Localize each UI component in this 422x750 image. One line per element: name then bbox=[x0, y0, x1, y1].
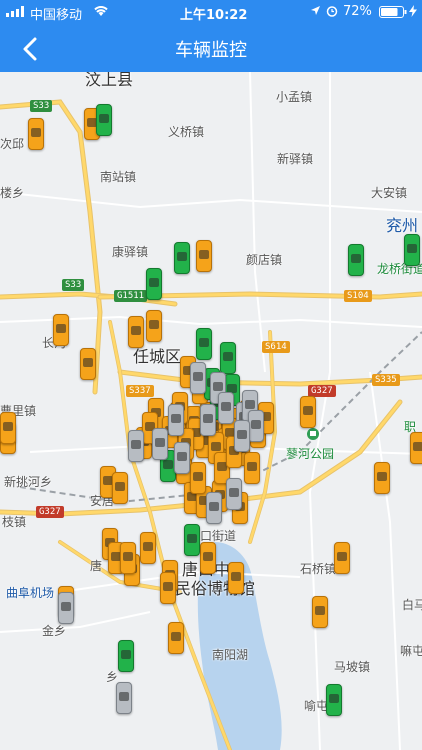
vehicle-marker-gray[interactable] bbox=[128, 430, 144, 462]
vehicle-marker-green[interactable] bbox=[326, 684, 342, 716]
road-shield: S614 bbox=[262, 341, 290, 353]
place-label: 义桥镇 bbox=[168, 125, 205, 139]
place-label: 新挑河乡 bbox=[4, 475, 53, 489]
vehicle-marker-orange[interactable] bbox=[28, 118, 44, 150]
vehicle-marker-orange[interactable] bbox=[374, 462, 390, 494]
signal-icon bbox=[6, 5, 28, 21]
vehicle-marker-orange[interactable] bbox=[200, 542, 216, 574]
vehicle-marker-orange[interactable] bbox=[410, 432, 422, 464]
vehicle-marker-orange[interactable] bbox=[80, 348, 96, 380]
vehicle-marker-green[interactable] bbox=[174, 242, 190, 274]
vehicle-marker-orange[interactable] bbox=[53, 314, 69, 346]
place-label: 唐 bbox=[90, 559, 103, 573]
place-label: 南站镇 bbox=[100, 170, 137, 184]
place-label: 楼乡 bbox=[0, 186, 25, 200]
vehicle-marker-green[interactable] bbox=[404, 234, 420, 266]
charging-icon bbox=[409, 5, 417, 21]
place-label: 蓼河公园 bbox=[286, 447, 335, 461]
status-bar: 中国移动 上午10:22 72% bbox=[0, 0, 422, 24]
vehicle-marker-green[interactable] bbox=[196, 328, 212, 360]
nav-bar: 车辆监控 bbox=[0, 24, 422, 72]
alarm-icon bbox=[326, 5, 338, 21]
vehicle-marker-gray[interactable] bbox=[116, 682, 132, 714]
place-label: 康驿镇 bbox=[112, 245, 149, 259]
place-label: 白马 bbox=[402, 598, 422, 612]
place-label: 大安镇 bbox=[371, 186, 408, 200]
place-label: 颜店镇 bbox=[246, 253, 283, 267]
vehicle-marker-orange[interactable] bbox=[128, 316, 144, 348]
place-label: 马坡镇 bbox=[334, 660, 371, 674]
place-label: 兖州 bbox=[386, 216, 419, 235]
map-view[interactable]: 汶上县 小孟镇 义桥镇 次邱 南站镇 新驿镇 楼乡 康驿镇 颜店镇 大安镇 兖州… bbox=[0, 72, 422, 750]
vehicle-marker-orange[interactable] bbox=[244, 452, 260, 484]
place-label: 石桥镇 bbox=[300, 562, 337, 576]
road-shield: G1511 bbox=[114, 290, 148, 302]
vehicle-marker-gray[interactable] bbox=[200, 404, 216, 436]
vehicle-marker-orange[interactable] bbox=[228, 562, 244, 594]
vehicle-marker-gray[interactable] bbox=[218, 392, 234, 424]
vehicle-marker-gray[interactable] bbox=[226, 478, 242, 510]
wifi-icon bbox=[93, 4, 109, 21]
vehicle-marker-gray[interactable] bbox=[234, 420, 250, 452]
vehicle-marker-gray[interactable] bbox=[152, 428, 168, 460]
vehicle-marker-green[interactable] bbox=[348, 244, 364, 276]
vehicle-marker-gray[interactable] bbox=[206, 492, 222, 524]
vehicle-marker-orange[interactable] bbox=[312, 596, 328, 628]
vehicle-marker-orange[interactable] bbox=[300, 396, 316, 428]
vehicle-marker-green[interactable] bbox=[118, 640, 134, 672]
place-label: 小孟镇 bbox=[276, 90, 313, 104]
road-shield: S335 bbox=[372, 374, 400, 386]
vehicle-marker-orange[interactable] bbox=[0, 412, 16, 444]
road-shield: S104 bbox=[344, 290, 372, 302]
vehicle-marker-gray[interactable] bbox=[168, 404, 184, 436]
vehicle-marker-gray[interactable] bbox=[248, 410, 264, 442]
carrier-label: 中国移动 bbox=[30, 8, 83, 23]
vehicle-marker-green[interactable] bbox=[96, 104, 112, 136]
place-label: 金乡 bbox=[42, 624, 67, 638]
vehicle-marker-gray[interactable] bbox=[174, 442, 190, 474]
page-title: 车辆监控 bbox=[175, 40, 247, 61]
road-shield: S33 bbox=[62, 279, 85, 291]
vehicle-marker-orange[interactable] bbox=[168, 622, 184, 654]
vehicle-marker-orange[interactable] bbox=[146, 310, 162, 342]
vehicle-marker-orange[interactable] bbox=[334, 542, 350, 574]
vehicle-marker-gray[interactable] bbox=[58, 592, 74, 624]
vehicle-marker-orange[interactable] bbox=[190, 462, 206, 494]
clock-label: 上午10:22 bbox=[180, 8, 248, 23]
place-label: 枝镇 bbox=[2, 515, 27, 529]
vehicle-marker-orange[interactable] bbox=[120, 542, 136, 574]
vehicle-marker-green[interactable] bbox=[146, 268, 162, 300]
location-icon bbox=[310, 5, 321, 20]
vehicle-marker-orange[interactable] bbox=[196, 240, 212, 272]
vehicle-marker-orange[interactable] bbox=[160, 572, 176, 604]
place-label: 南阳湖 bbox=[212, 648, 249, 662]
vehicle-marker-orange[interactable] bbox=[140, 532, 156, 564]
vehicle-marker-orange[interactable] bbox=[112, 472, 128, 504]
place-label: 新驿镇 bbox=[277, 152, 314, 166]
place-label: 曲阜机场 bbox=[6, 586, 55, 600]
road-shield: G327 bbox=[36, 506, 64, 518]
road-shield: S337 bbox=[126, 385, 154, 397]
place-label: 次邱 bbox=[0, 137, 25, 151]
place-label: 汶上县 bbox=[85, 72, 134, 89]
vehicle-marker-green[interactable] bbox=[184, 524, 200, 556]
road-shield: S33 bbox=[30, 100, 53, 112]
vehicle-marker-gray[interactable] bbox=[190, 362, 206, 394]
place-label: 嘛屯镇 bbox=[400, 644, 422, 658]
battery-percent: 72% bbox=[343, 4, 372, 19]
vehicle-marker-green[interactable] bbox=[220, 342, 236, 374]
battery-icon bbox=[379, 6, 409, 22]
